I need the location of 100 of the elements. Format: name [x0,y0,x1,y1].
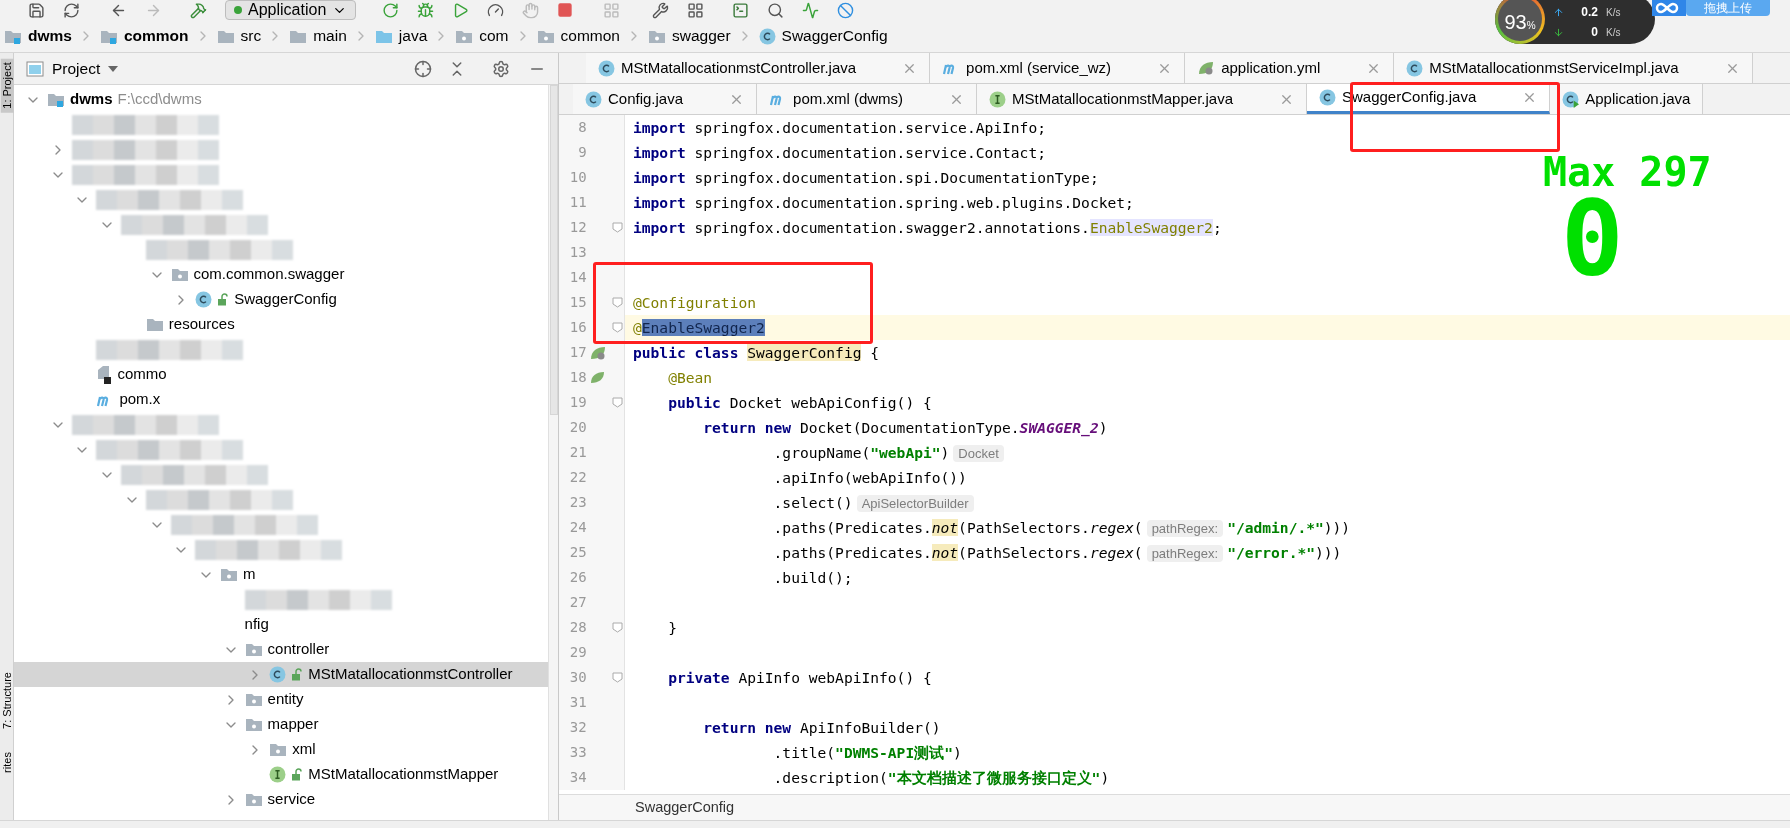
folder-icon [648,28,666,44]
tool-window-tab[interactable]: rites [0,747,14,777]
code-line: public Docket webApiConfig() { [667,392,932,413]
tree-path: F:\ccd\dwms [117,89,202,110]
sync-icon[interactable] [63,1,80,19]
line-number: 25 [568,543,587,562]
editor-tab[interactable]: pom.xml (dwms) [757,84,978,114]
profile-icon[interactable] [487,1,505,19]
tool-window-tab[interactable]: 7: Structure [0,667,14,733]
tree-label: commo [117,364,167,385]
cpu-value: 93 [1504,10,1527,35]
settings-icon[interactable] [492,59,510,78]
editor-breadcrumb[interactable]: SwaggerConfig [635,796,735,819]
upload-unit: K/s [1606,5,1621,20]
tree-row[interactable]: nfig [14,612,548,637]
breadcrumb-item[interactable]: dwms [28,24,72,48]
breadcrumb-item[interactable]: common [123,24,189,48]
fold-marker-icon[interactable] [611,622,623,633]
tree-row[interactable]: mapper [14,712,548,737]
tab-label: application.yml [1221,57,1321,78]
tree-row[interactable]: SwaggerConfig [14,287,548,312]
wrench-icon[interactable] [652,1,670,19]
upload-rate: 0.2 [1580,4,1598,21]
breadcrumb-item[interactable]: java [398,24,428,48]
tree-row[interactable]: com.common.swagger [14,262,548,287]
panel-title[interactable]: Project [52,56,101,81]
fold-marker-icon[interactable] [611,672,623,683]
code-line: .groupName("webApi") Docket [625,441,1008,464]
save-icon[interactable] [28,1,45,19]
tree-row[interactable]: entity [14,687,548,712]
folder-icon [289,28,308,44]
stop-icon[interactable] [557,2,574,18]
tree-row[interactable]: MStMatallocationmstMapper [14,762,548,787]
editor-tab[interactable]: Application.java [1550,84,1704,114]
tree-row[interactable]: dwms F:\ccd\dwms [14,87,548,112]
breadcrumb-item[interactable]: com [479,24,509,48]
line-number: 33 [568,743,587,762]
lock-icon [291,668,304,681]
debug-icon[interactable] [417,1,435,19]
breadcrumb-item[interactable]: SwaggerConfig [781,24,888,48]
build-artifact-icon[interactable] [603,1,621,19]
line-number: 20 [568,418,587,437]
tree-row[interactable]: commo [14,362,548,387]
editor-tab[interactable]: MStMatallocationmstServiceImpl.java [1394,53,1753,83]
tree-row[interactable]: resources [14,312,548,337]
breadcrumb-item[interactable]: common [560,24,620,48]
editor-tab[interactable]: MStMatallocationmstController.java [586,53,931,83]
code-line: .description("本文档描述了微服务接口定义") [772,767,1110,788]
hammer-icon[interactable] [190,1,207,19]
folder-icon [536,28,555,44]
fold-marker-icon[interactable] [611,297,623,308]
code-line: .paths(Predicates.not(PathSelectors.regex( pathRegex: "/admin/.*"))) [772,517,1351,539]
tree-row[interactable]: pom.x [14,387,548,412]
package-folder-icon [244,717,263,732]
tab-label: pom.xml (service_wz) [966,57,1112,78]
line-number: 10 [568,168,587,187]
bean-icon[interactable] [590,370,607,385]
class-icon [195,291,213,308]
line-number: 19 [568,393,587,412]
editor-tab[interactable]: pom.xml (service_wz) [930,53,1186,83]
overlay-value: 0 [1560,194,1624,284]
attach-icon[interactable] [522,1,540,19]
line-number: 14 [568,268,587,287]
terminal-icon[interactable] [732,1,750,19]
fold-marker-icon[interactable] [611,322,623,333]
tab-label: Config.java [608,88,684,109]
class-icon [1319,89,1336,106]
package-folder-icon [170,267,189,282]
editor-tab[interactable]: application.yml [1185,53,1395,83]
editor-tab[interactable]: MStMatallocationmstMapper.java [977,84,1307,114]
tree-row[interactable]: xml [14,737,548,762]
line-number: 12 [568,218,587,237]
power-save-icon[interactable] [837,1,855,19]
breadcrumb-item[interactable]: main [313,24,347,48]
run-configuration-dropdown[interactable]: Application [225,0,357,20]
tree-row[interactable]: service [14,787,548,812]
interface-icon [269,766,287,783]
breadcrumb-item[interactable]: src [240,24,262,48]
locate-icon[interactable] [414,59,432,78]
line-number: 11 [568,193,587,212]
package-folder-icon [244,792,263,807]
editor-tab[interactable]: Config.java [573,84,758,114]
rerun-icon[interactable] [382,1,400,19]
project-structure-icon[interactable] [687,1,705,19]
tree-row[interactable]: MStMatallocationmstController [14,662,548,687]
package-folder-icon [244,692,263,707]
breadcrumb-item[interactable]: swagger [672,24,731,48]
line-number: 8 [577,118,587,137]
tree-row[interactable]: m [14,562,548,587]
fold-marker-icon[interactable] [611,222,623,233]
dropdown-icon[interactable] [108,65,119,72]
tree-row[interactable]: controller [14,637,548,662]
tree-label: mapper [267,714,319,735]
tool-window-tab[interactable]: 1: Project [0,57,14,113]
search-icon[interactable] [767,1,785,19]
package-folder-icon [269,742,288,757]
coverage-icon[interactable] [452,1,470,19]
activity-icon[interactable] [802,1,820,19]
scrollbar-thumb[interactable] [549,85,558,415]
fold-marker-icon[interactable] [611,397,623,408]
